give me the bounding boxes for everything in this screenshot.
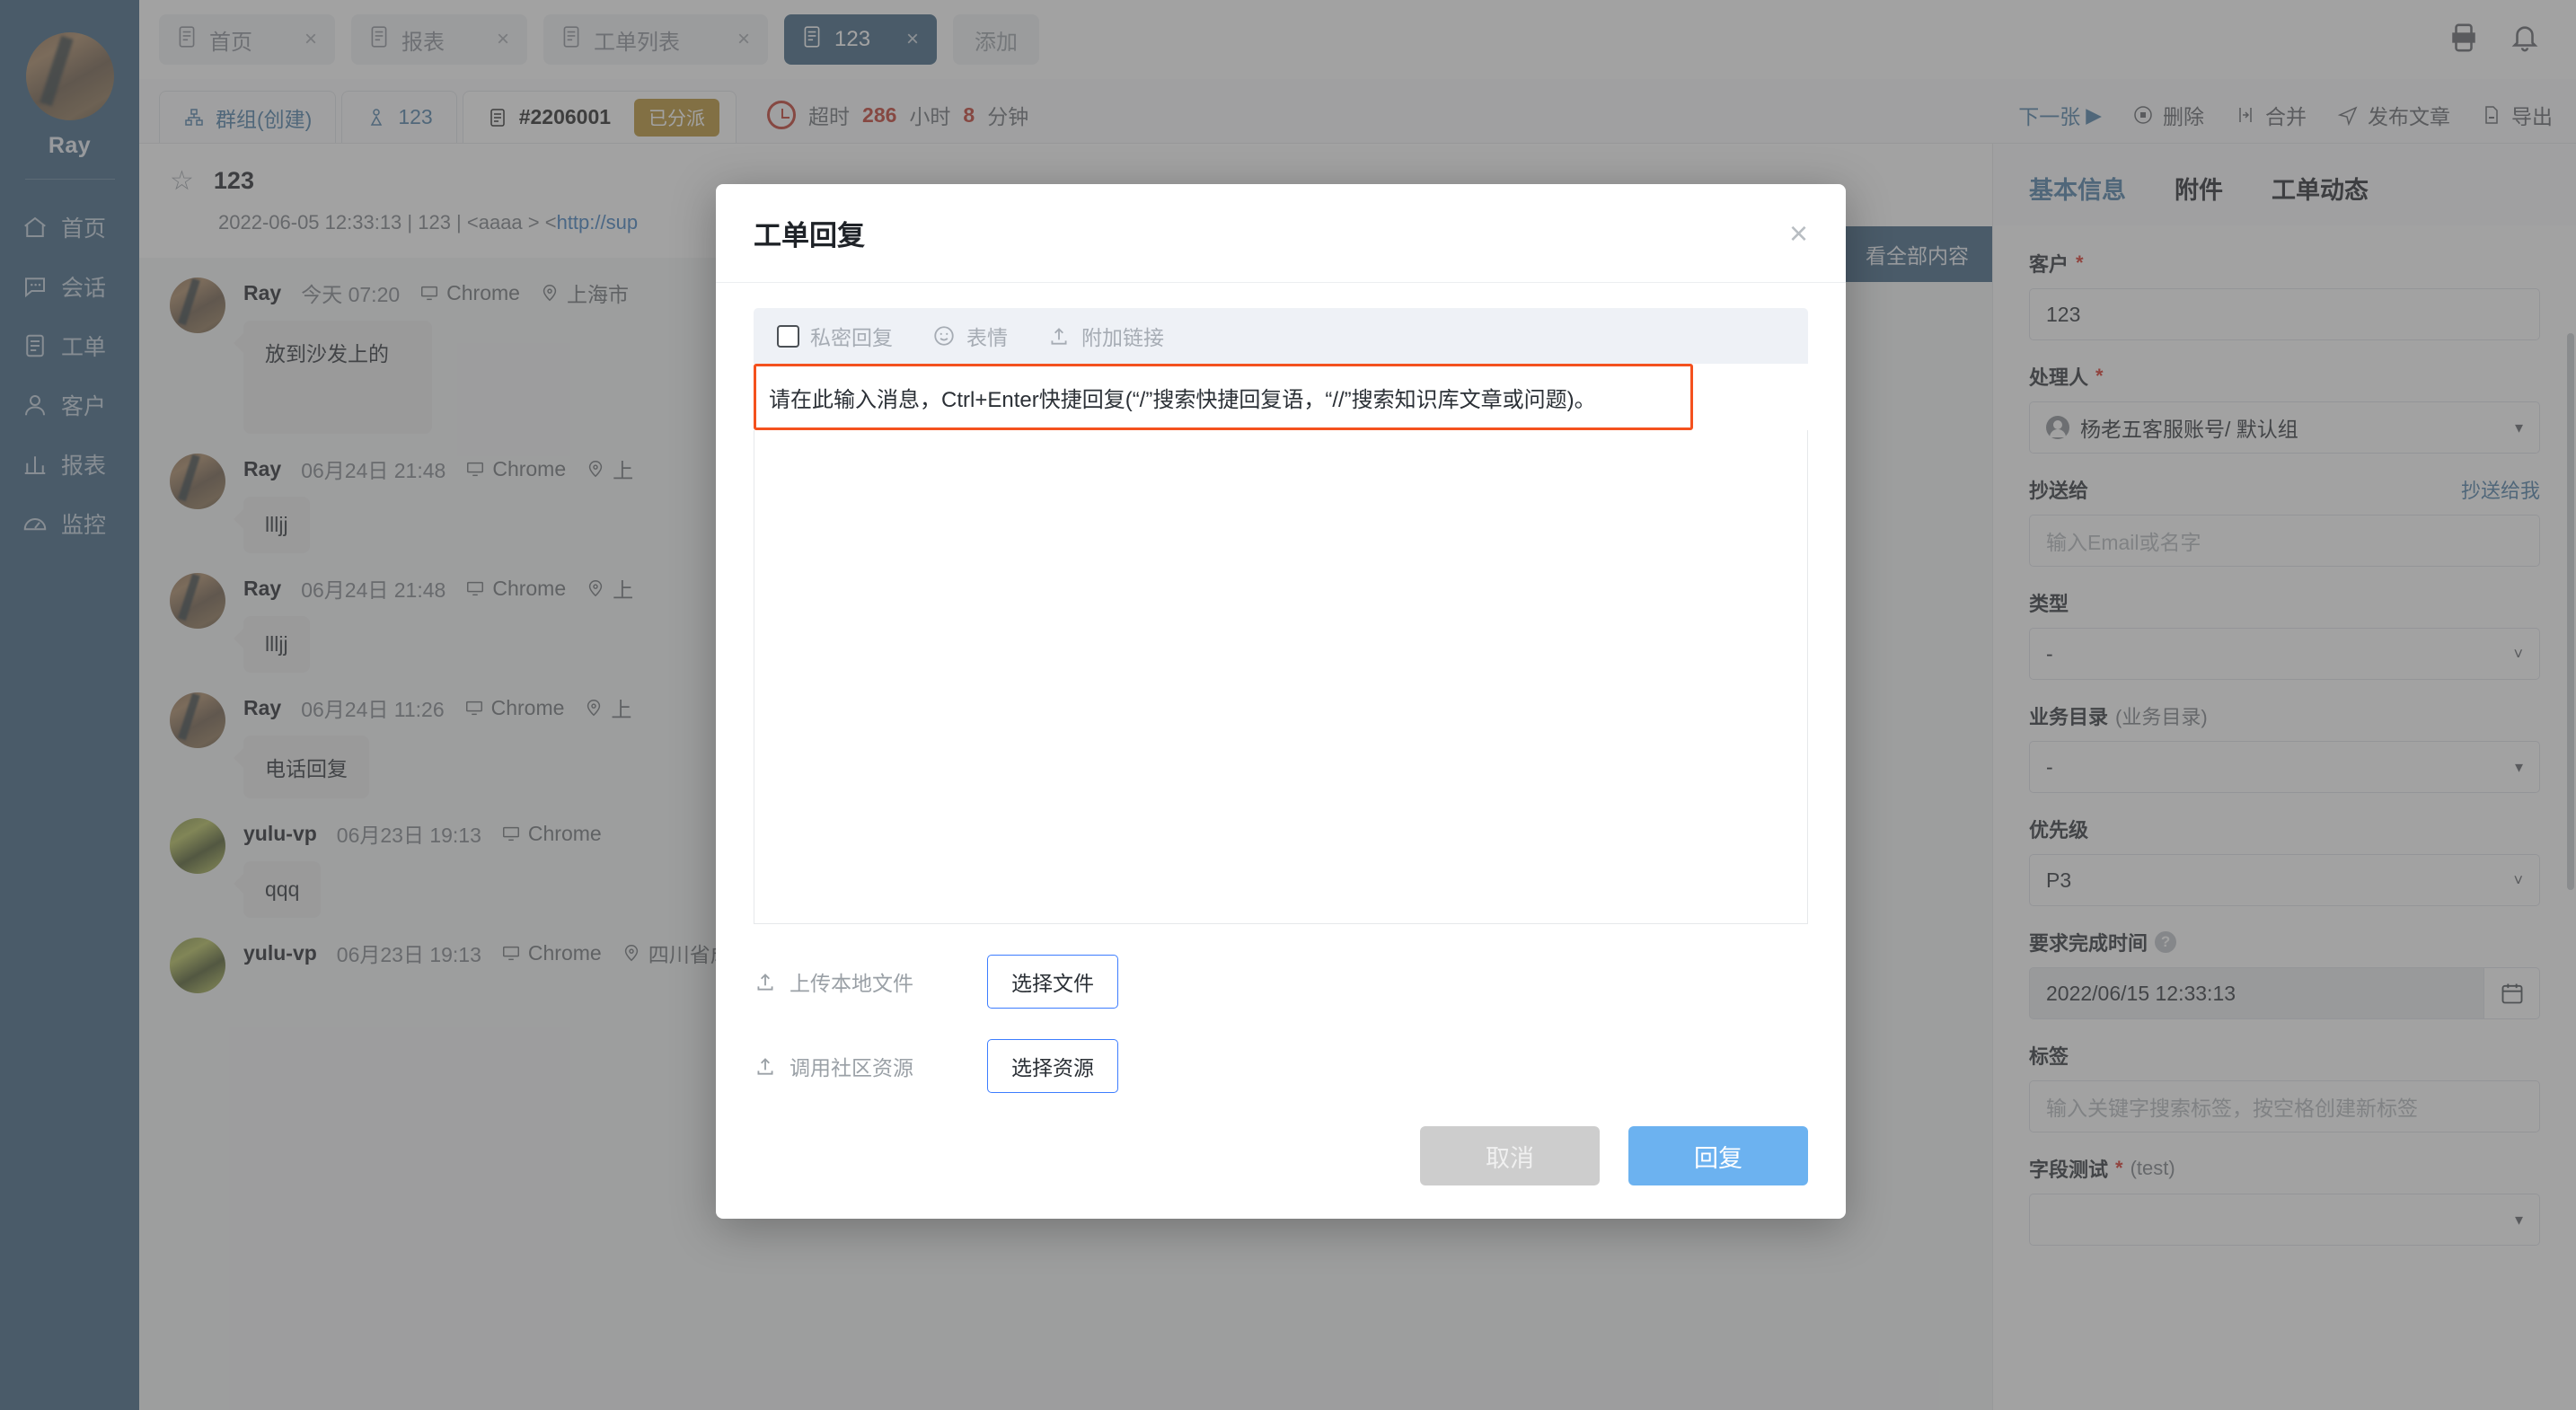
upload-icon — [757, 1058, 773, 1075]
cancel-button[interactable]: 取消 — [1420, 1126, 1600, 1185]
attach-link-label: 附加链接 — [1081, 326, 1164, 349]
upload-local-text: 上传本地文件 — [790, 972, 913, 995]
reply-placeholder: 请在此输入消息，Ctrl+Enter快捷回复(“/”搜索快捷回复语，“//”搜索… — [769, 387, 1596, 412]
modal-footer: 取消 回复 — [716, 1093, 1846, 1219]
upload-icon — [757, 974, 773, 991]
attach-link-button[interactable]: 附加链接 — [1047, 321, 1164, 351]
modal-body: 私密回复 表情 附加链接 请在此输入消息，Ctrl+Enter快捷回复(“/”搜… — [716, 283, 1846, 1093]
choose-file-button[interactable]: 选择文件 — [987, 955, 1118, 1009]
reply-toolbar: 私密回复 表情 附加链接 — [754, 308, 1808, 364]
modal-title: 工单回复 — [754, 220, 865, 251]
private-reply-toggle[interactable]: 私密回复 — [777, 321, 893, 351]
emoji-label: 表情 — [966, 326, 1008, 349]
community-resource-label: 调用社区资源 — [754, 1051, 962, 1081]
reply-editor-body[interactable] — [754, 430, 1808, 924]
app-root: Ray 首页 会话 工单 — [0, 0, 2576, 1410]
choose-resource-button[interactable]: 选择资源 — [987, 1039, 1118, 1093]
community-resource-text: 调用社区资源 — [790, 1056, 913, 1080]
reply-textarea[interactable]: 请在此输入消息，Ctrl+Enter快捷回复(“/”搜索快捷回复语，“//”搜索… — [754, 364, 1693, 430]
emoji-icon — [934, 326, 954, 346]
private-reply-label: 私密回复 — [810, 326, 893, 349]
upload-local-row: 上传本地文件 选择文件 — [754, 955, 1808, 1009]
upload-local-label: 上传本地文件 — [754, 966, 962, 997]
checkbox-icon[interactable] — [777, 324, 799, 348]
community-resource-row: 调用社区资源 选择资源 — [754, 1039, 1808, 1093]
modal-header: 工单回复 × — [716, 184, 1846, 283]
close-icon[interactable]: × — [1789, 216, 1808, 250]
upload-icon — [1051, 328, 1067, 345]
reply-modal: 工单回复 × 私密回复 表情 附加链接 请在此输入消息，Ctrl+Enter快捷… — [716, 184, 1846, 1219]
submit-reply-button[interactable]: 回复 — [1628, 1126, 1808, 1185]
emoji-button[interactable]: 表情 — [932, 321, 1008, 351]
